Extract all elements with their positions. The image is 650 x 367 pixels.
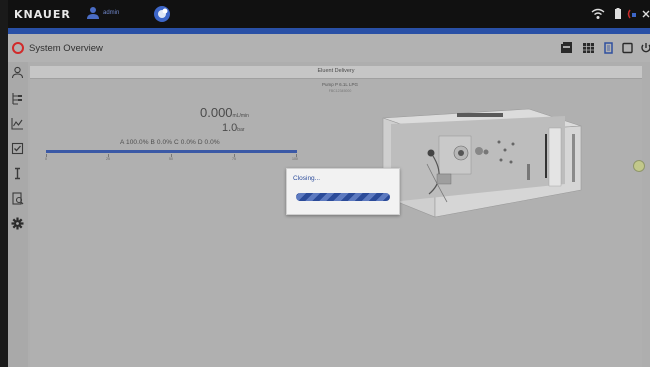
closing-dialog: Closing... xyxy=(286,168,400,215)
wifi-icon xyxy=(591,8,605,19)
eluent-delivery-panel: Eluent Delivery Pump P 6.1L LPG FBC12345… xyxy=(30,66,645,367)
title-bar: System Overview xyxy=(8,34,650,62)
page-title: System Overview xyxy=(29,43,103,54)
close-icon[interactable] xyxy=(642,7,650,21)
solvent-composition: A 100.0% B 0.0% C 0.0% D 0.0% xyxy=(120,139,220,146)
panel-header-label: Eluent Delivery xyxy=(317,68,355,74)
flow-unit: mL/min xyxy=(232,113,249,119)
report-icon[interactable] xyxy=(11,192,24,205)
brand-logo: KNAUER xyxy=(14,8,71,21)
username-label: admin xyxy=(103,10,120,16)
dialog-message: Closing... xyxy=(293,175,321,182)
flow-value: 0.000 xyxy=(200,105,233,120)
battery-icon xyxy=(615,8,621,19)
tree-icon[interactable] xyxy=(11,92,24,105)
scale-tick-label: 50 xyxy=(169,157,173,161)
gear-icon[interactable] xyxy=(11,217,24,230)
chart-icon[interactable] xyxy=(11,117,24,130)
window-icon[interactable] xyxy=(621,42,634,54)
top-status-bar: KNAUER admin xyxy=(8,0,650,28)
progress-bar xyxy=(296,193,390,201)
checklist-icon[interactable] xyxy=(11,142,24,155)
pump-serial: FBC12345000 xyxy=(328,89,352,93)
scale-tick-label: 75 xyxy=(232,157,236,161)
pressure-unit: bar xyxy=(237,127,245,133)
screen: KNAUER admin System Overview Eluent Deli… xyxy=(8,0,650,367)
sidebar xyxy=(8,62,28,367)
progress-fill xyxy=(296,193,390,201)
status-led-icon xyxy=(633,160,645,172)
panel-header: Eluent Delivery xyxy=(30,66,642,79)
user-icon[interactable] xyxy=(86,6,100,20)
battery-red-icon xyxy=(627,9,636,19)
composition-bar xyxy=(46,150,297,153)
pressure-value: 1.0 xyxy=(222,122,238,134)
cloud-sync-icon[interactable] xyxy=(153,5,171,23)
power-icon[interactable] xyxy=(640,42,650,54)
device-icon[interactable] xyxy=(602,42,615,54)
flow-readout: 0.000mL/min xyxy=(200,105,249,120)
scale-tick-label: 100 xyxy=(292,157,298,161)
grid-icon[interactable] xyxy=(582,42,595,54)
column-icon[interactable] xyxy=(11,167,24,180)
pressure-readout: 1.0bar xyxy=(222,122,245,134)
status-circle-icon xyxy=(12,42,24,54)
pump-name: Pump P 6.1L LPG xyxy=(321,82,359,87)
scale-tick-label: 0 xyxy=(45,157,47,161)
user-icon[interactable] xyxy=(11,66,24,79)
scale-tick-label: 25 xyxy=(106,157,110,161)
view-drawer-icon[interactable] xyxy=(560,42,573,54)
pump-device-image xyxy=(382,108,582,218)
